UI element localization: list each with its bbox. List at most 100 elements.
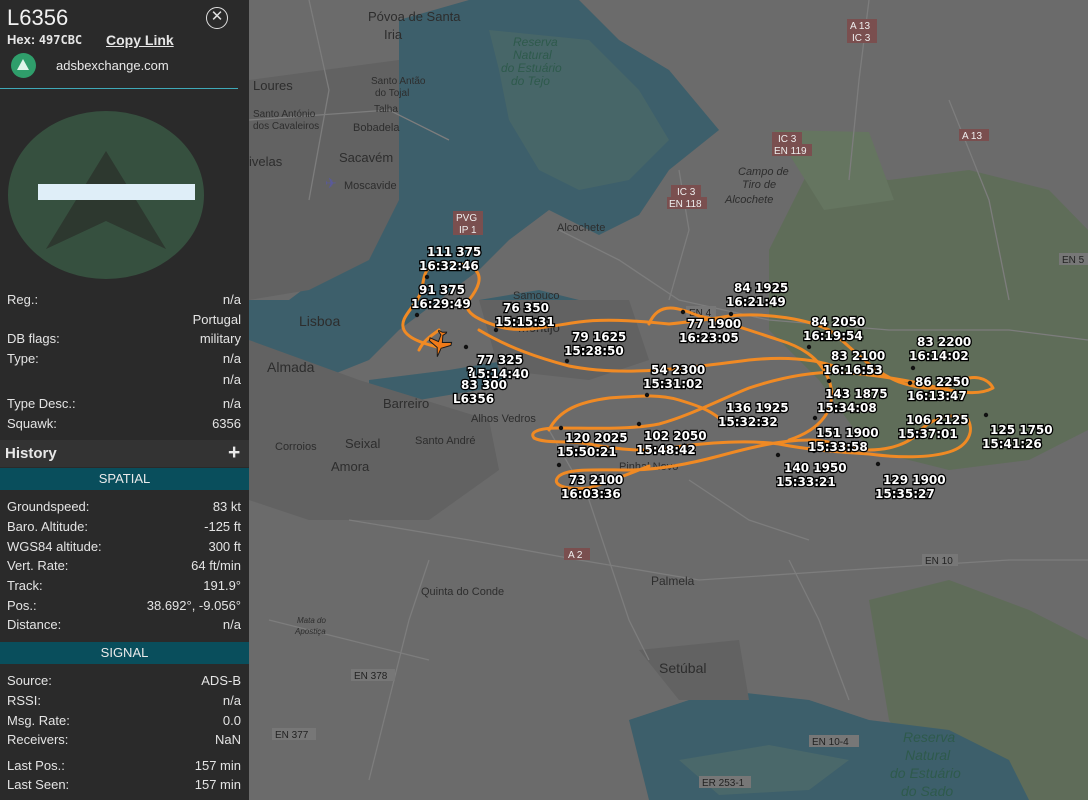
detail-label: Type Desc.:	[7, 396, 76, 411]
spatial-label: Groundspeed:	[7, 499, 90, 514]
place-label: Póvoa de Santa	[368, 9, 461, 24]
signal-rssi: RSSI: n/a	[7, 693, 241, 711]
detail-type-desc: Type Desc.: n/a	[7, 396, 241, 414]
place-label: Sacavém	[339, 150, 393, 165]
track-label-speed-alt: 106 2125	[906, 413, 969, 427]
signal-label: Receivers:	[7, 732, 69, 747]
signal-header: SIGNAL	[0, 642, 249, 664]
spatial-track: Track: 191.9°	[7, 578, 241, 596]
adsbexchange-logo-icon[interactable]	[11, 53, 36, 78]
place-label: Apostiça	[294, 627, 326, 636]
detail-type-extra: n/a	[7, 372, 241, 390]
reserve-label: do Estuário	[890, 765, 961, 781]
aircraft-callsign: L6356	[7, 5, 69, 30]
expand-plus-icon[interactable]: +	[228, 441, 240, 465]
spatial-label: Pos.:	[7, 598, 37, 613]
signal-label: Msg. Rate:	[7, 713, 70, 728]
place-label: Barreiro	[383, 396, 429, 411]
road-shield-label: EN 118	[669, 199, 702, 210]
road-shield: EN 10	[922, 554, 958, 567]
detail-label: DB flags:	[7, 331, 60, 346]
close-icon[interactable]: ✕	[206, 7, 228, 29]
place-label: Campo de	[738, 166, 789, 178]
hex-value: 497CBC	[38, 33, 83, 47]
track-label-time: 15:50:21	[557, 445, 617, 459]
signal-source: Source: ADS-B	[7, 673, 241, 691]
track-label-speed-alt: 136 1925	[726, 401, 789, 415]
signal-value: 157 min	[194, 758, 241, 773]
track-label-speed-alt: 140 1950	[784, 461, 847, 475]
photo-caption-bar	[38, 184, 195, 200]
detail-reg: Reg.: n/a	[7, 292, 241, 310]
track-label-time: 16:29:49	[411, 297, 471, 311]
copy-link[interactable]: Copy Link	[106, 32, 174, 48]
map-canvas[interactable]: Póvoa de Santa Iria Loures Santo Antão d…	[249, 0, 1088, 800]
spatial-value: 38.692°, -9.056°	[146, 598, 241, 613]
signal-value: ADS-B	[201, 673, 241, 688]
track-label-time: 16:16:53	[823, 363, 883, 377]
spatial-label: WGS84 altitude:	[7, 539, 102, 554]
place-label: Amora	[331, 459, 370, 474]
track-label-time: 15:31:02	[643, 377, 703, 391]
reserve-label: do Sado	[901, 783, 953, 799]
place-label: Santo Antão	[371, 76, 426, 87]
track-label-time: 16:23:05	[679, 331, 739, 345]
road-shield-label: A 13	[850, 21, 870, 32]
spatial-value: 191.9°	[203, 578, 241, 593]
detail-db-flags: DB flags: military	[7, 331, 241, 349]
track-label-time: L6356	[453, 392, 494, 406]
track-label-speed-alt: 79 1625	[572, 330, 626, 344]
history-section[interactable]: History +	[0, 440, 249, 467]
road-shield: A 13	[847, 19, 877, 32]
spatial-baro-altitude: Baro. Altitude: -125 ft	[7, 519, 241, 537]
track-label-time: 16:14:02	[909, 349, 969, 363]
aircraft-info-panel: L6356 ✕ Hex: 497CBC Copy Link adsbexchan…	[0, 0, 249, 800]
road-shield-label: ER 253-1	[702, 778, 745, 789]
road-shield: EN 5	[1059, 253, 1088, 266]
track-label-time: 15:28:50	[564, 344, 624, 358]
road-shield-label: EN 5	[1062, 255, 1085, 266]
place-label: Alcochete	[724, 194, 773, 206]
track-label-time: 16:03:36	[561, 487, 621, 501]
signal-value: 0.0	[222, 713, 241, 728]
road-shield-label: IC 3	[852, 33, 871, 44]
place-label: Palmela	[651, 574, 695, 588]
track-label-speed-alt: 77 1900	[687, 317, 741, 331]
track-label-time: 15:33:21	[776, 475, 836, 489]
place-label: ivelas	[249, 154, 283, 169]
detail-value: n/a	[222, 372, 241, 387]
place-label: do Tojal	[375, 88, 409, 99]
road-shield: EN 119	[772, 144, 812, 157]
signal-label: Source:	[7, 673, 52, 688]
reserve-label: Reserva	[903, 729, 955, 745]
map-view[interactable]: Póvoa de Santa Iria Loures Santo Antão d…	[249, 0, 1088, 800]
track-label-speed-alt: 73 2100	[569, 473, 623, 487]
place-label: Alhos Vedros	[471, 413, 536, 425]
track-label-speed-alt: 143 1875	[825, 387, 888, 401]
place-label: Loures	[253, 78, 293, 93]
place-label: Bobadela	[353, 122, 400, 134]
road-shield: EN 377	[272, 728, 316, 741]
road-shield-label: EN 119	[774, 146, 807, 157]
spatial-position: Pos.: 38.692°, -9.056°	[7, 598, 241, 616]
road-shield: IC 3	[671, 185, 701, 198]
track-label-time: 15:34:08	[817, 401, 877, 415]
signal-label: RSSI:	[7, 693, 41, 708]
spatial-label: Distance:	[7, 617, 62, 632]
reserve-label: do Estuário	[501, 61, 562, 75]
road-shield-label: A 13	[962, 131, 982, 142]
road-shield: IC 3	[847, 31, 877, 44]
track-label-time: 15:48:42	[636, 443, 696, 457]
source-site-link[interactable]: adsbexchange.com	[56, 58, 169, 73]
track-label-speed-alt: 129 1900	[883, 473, 946, 487]
road-shield: IP 1	[453, 223, 483, 236]
reserve-label: Natural	[513, 48, 552, 62]
hex-label: Hex:	[7, 32, 36, 47]
airport-icon: ✈	[325, 175, 337, 191]
detail-label: Squawk:	[7, 416, 57, 431]
track-label-speed-alt: 83 300	[461, 378, 507, 392]
spatial-label: Baro. Altitude:	[7, 519, 88, 534]
place-label: Almada	[267, 359, 315, 375]
detail-value: Portugal	[192, 312, 241, 327]
spatial-groundspeed: Groundspeed: 83 kt	[7, 499, 241, 517]
